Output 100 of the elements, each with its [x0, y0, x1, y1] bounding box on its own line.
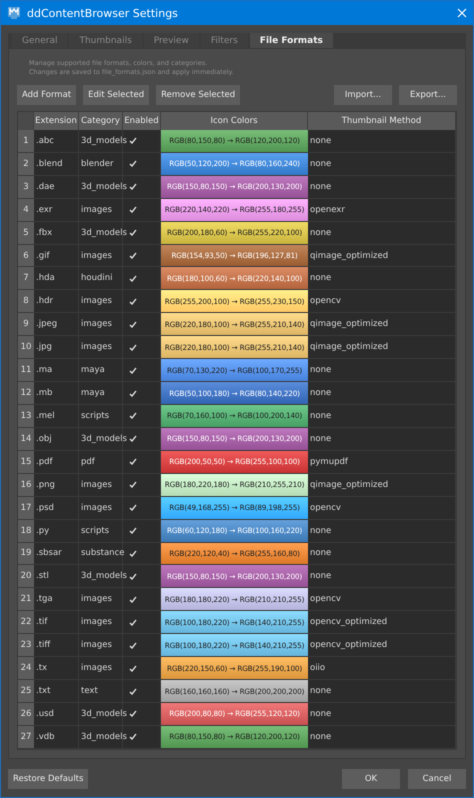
table-cell: images	[79, 588, 123, 610]
table-cell: none	[308, 726, 456, 748]
row-number[interactable]: 23	[18, 634, 34, 656]
row-number[interactable]: 18	[18, 520, 34, 542]
check-icon[interactable]	[129, 618, 137, 626]
row-number[interactable]: 11	[18, 359, 34, 382]
row-number[interactable]: 16	[18, 474, 34, 496]
row-number[interactable]: 13	[18, 405, 34, 427]
check-icon[interactable]	[129, 298, 137, 305]
toolbar-button[interactable]: Add Format	[17, 85, 76, 105]
row-number[interactable]: 5	[18, 222, 34, 244]
check-icon[interactable]	[129, 504, 137, 512]
row-number[interactable]: 20	[18, 565, 34, 588]
toolbar-button[interactable]: Edit Selected	[83, 85, 150, 105]
tab[interactable]: Filters	[200, 33, 248, 48]
check-icon[interactable]	[129, 688, 137, 695]
row-number[interactable]: 3	[18, 176, 34, 198]
table-cell: none	[308, 152, 456, 175]
row-number[interactable]: 17	[18, 496, 34, 519]
table-cell: images	[79, 611, 123, 634]
check-icon[interactable]	[129, 229, 137, 236]
table-cell: none	[308, 702, 456, 725]
table-cell: .obj	[34, 428, 79, 450]
check-icon[interactable]	[129, 344, 137, 351]
row-number[interactable]: 10	[18, 336, 34, 358]
row-number[interactable]: 27	[18, 726, 34, 748]
table-cell: images	[79, 198, 123, 221]
row-number[interactable]: 25	[18, 680, 34, 702]
table-cell: .pdf	[34, 450, 79, 473]
tab[interactable]: Thumbnails	[69, 33, 142, 48]
close-icon[interactable]	[457, 8, 467, 18]
row-number[interactable]: 8	[18, 290, 34, 312]
row-number[interactable]: 22	[18, 611, 34, 634]
table-cell: none	[308, 130, 456, 152]
table-cell: opencv_optimized	[308, 611, 456, 634]
toolbar-button[interactable]: Remove Selected	[156, 85, 240, 105]
column-header[interactable]: Category	[79, 112, 123, 130]
table-cell: opencv	[308, 588, 456, 610]
table-cell: .vdb	[34, 726, 79, 748]
check-icon[interactable]	[129, 435, 137, 442]
footer-button[interactable]: Cancel	[408, 769, 466, 789]
table-cell: houdini	[79, 267, 123, 290]
table-cell: images	[79, 634, 123, 656]
table-cell: text	[79, 680, 123, 702]
column-header[interactable]: Extension	[34, 112, 79, 130]
row-number[interactable]: 15	[18, 450, 34, 473]
row-number[interactable]: 2	[18, 152, 34, 175]
row-number[interactable]: 7	[18, 267, 34, 290]
table-cell: .dae	[34, 176, 79, 198]
check-icon[interactable]	[129, 412, 137, 420]
row-number[interactable]: 24	[18, 657, 34, 680]
tab[interactable]: General	[12, 33, 68, 48]
table-cell: .gif	[34, 244, 79, 266]
check-icon[interactable]	[129, 596, 137, 603]
tab[interactable]: Preview	[144, 33, 199, 48]
row-number[interactable]: 6	[18, 244, 34, 266]
row-number[interactable]: 14	[18, 428, 34, 450]
table-cell: maya	[79, 359, 123, 382]
row-number[interactable]: 21	[18, 588, 34, 610]
column-header[interactable]: Thumbnail Method	[308, 112, 456, 130]
row-number[interactable]: 26	[18, 702, 34, 725]
footer-button[interactable]: OK	[342, 769, 400, 789]
check-icon[interactable]	[129, 366, 137, 374]
check-icon[interactable]	[129, 252, 137, 259]
check-icon[interactable]	[129, 137, 137, 144]
check-icon[interactable]	[129, 183, 137, 190]
check-icon[interactable]	[129, 206, 137, 214]
check-icon[interactable]	[129, 390, 137, 397]
table-cell: .hda	[34, 267, 79, 290]
window-title: ddContentBrowser Settings	[27, 6, 179, 20]
table-cell: none	[308, 382, 456, 404]
table-cell: images	[79, 290, 123, 312]
table-cell: maya	[79, 382, 123, 404]
row-number[interactable]: 4	[18, 198, 34, 221]
column-header[interactable]: Enabled	[123, 112, 161, 130]
toolbar-button[interactable]: Import...	[334, 85, 392, 105]
check-icon[interactable]	[129, 320, 137, 328]
table-cell: .tif	[34, 611, 79, 634]
check-icon[interactable]	[129, 642, 137, 649]
table-cell: .mb	[34, 382, 79, 404]
check-icon[interactable]	[129, 160, 137, 168]
table-cell: .mel	[34, 405, 79, 427]
row-number[interactable]: 1	[18, 130, 34, 152]
check-icon[interactable]	[129, 550, 137, 557]
footer-button[interactable]: Restore Defaults	[8, 769, 88, 789]
table-cell: .tiff	[34, 634, 79, 656]
row-number[interactable]: 9	[18, 313, 34, 336]
row-number[interactable]: 19	[18, 542, 34, 564]
row-number[interactable]: 12	[18, 382, 34, 404]
table-cell: opencv	[308, 496, 456, 519]
check-icon[interactable]	[129, 481, 137, 488]
check-icon[interactable]	[129, 527, 137, 534]
toolbar-button[interactable]: Export...	[399, 85, 457, 105]
check-icon[interactable]	[129, 458, 137, 466]
check-icon[interactable]	[129, 664, 137, 672]
check-icon[interactable]	[129, 733, 137, 740]
check-icon[interactable]	[129, 274, 137, 282]
check-icon[interactable]	[129, 710, 137, 718]
tab[interactable]: File Formats	[250, 33, 333, 48]
check-icon[interactable]	[129, 572, 137, 580]
